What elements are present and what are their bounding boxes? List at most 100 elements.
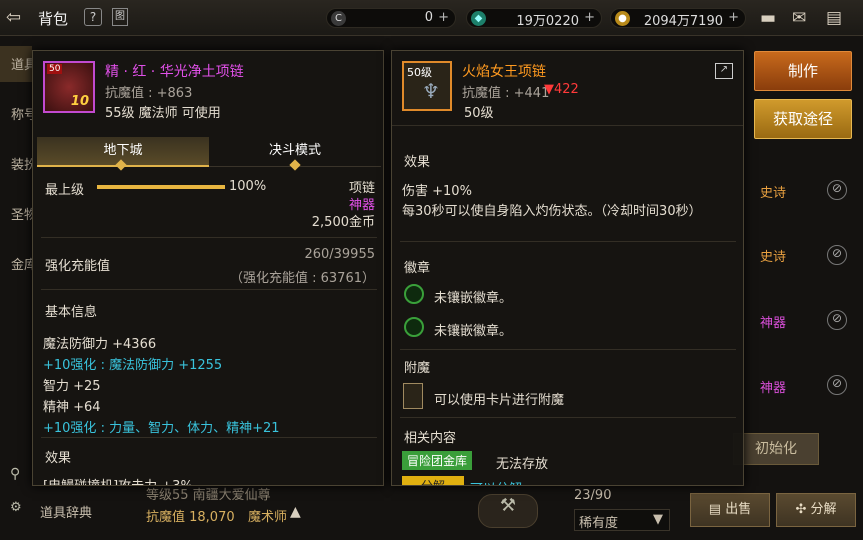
enhance-badge: 10 xyxy=(70,94,89,109)
ban-icon: ⊘ xyxy=(827,310,847,330)
guild-vault-badge: 冒险团金库 xyxy=(402,451,473,470)
currency-gem: ◆ 19万0220 + xyxy=(466,8,602,29)
effect-title: 效果 xyxy=(404,155,431,170)
nav-item-vault[interactable]: 金库 xyxy=(0,246,32,282)
item-name: 精 · 红 · 华光净土项链 xyxy=(105,64,244,80)
enchant-text: 可以使用卡片进行附魔 xyxy=(434,393,565,408)
arrow-left-icon[interactable]: ⇦ xyxy=(6,7,21,28)
gold-coin-icon: ● xyxy=(615,11,630,26)
stat-line: +10强化 : 力量、智力、体力、精神+21 xyxy=(43,421,280,436)
top-bar: ⇦ 背包 ? 图 C 0 + ◆ 19万0220 + ● 2094万7190 +… xyxy=(0,0,863,36)
obtain-source-button[interactable]: 获取途径 xyxy=(754,99,852,139)
divider xyxy=(400,417,736,418)
nav-item-items[interactable]: 道具 xyxy=(0,46,32,82)
item-resist: 抗魔值 : +863 xyxy=(105,86,193,101)
effect-line: 每30秒可以使自身陷入灼伤状态。（冷却时间30秒） xyxy=(402,204,702,219)
emblem-slot-icon xyxy=(404,284,424,304)
sell-icon: ▤ xyxy=(708,502,726,517)
ban-icon: ⊘ xyxy=(827,245,847,265)
add-gold-button[interactable]: + xyxy=(728,10,739,25)
character-resist: 抗魔值 18,070 xyxy=(146,510,235,525)
item-icon-necklace: 50 10 xyxy=(43,61,95,113)
currency-gold: ● 2094万7190 + xyxy=(610,8,746,29)
reset-button[interactable]: 初始化 xyxy=(733,433,819,465)
nav-item-avatar[interactable]: 装扮 xyxy=(0,146,32,182)
settings-icon[interactable]: ⚙ xyxy=(10,500,22,515)
gem-icon: ◆ xyxy=(471,11,486,26)
stat-list: 魔法防御力 +4366 +10强化 : 魔法防御力 +1255 智力 +25 精神 +… xyxy=(43,333,373,438)
emblem-slot-text: 未镶嵌徽章。 xyxy=(434,291,513,306)
item-icon-necklace: 50级 ♆ xyxy=(402,61,452,111)
stat-line: 智力 +25 xyxy=(43,379,101,394)
emblem-title: 徽章 xyxy=(404,261,431,276)
character-info: 等级55 南疆大爱仙尊 xyxy=(146,488,271,503)
rarity-artifact-label: 神器 xyxy=(760,381,787,396)
divider xyxy=(41,437,377,438)
sort-select[interactable]: 稀有度 ▼ xyxy=(574,509,670,531)
character-class: 魔术师 xyxy=(248,510,288,525)
nav-item-titles[interactable]: 称号 xyxy=(0,96,32,132)
emblem-slot-icon xyxy=(404,317,424,337)
guild-vault-text: 无法存放 xyxy=(496,457,549,472)
currency-ticket: C 0 + xyxy=(326,8,456,28)
stat-line: 魔法防御力 +4366 xyxy=(43,337,157,352)
page-title: 背包 xyxy=(38,10,69,28)
rarity-epic-label: 史诗 xyxy=(760,250,787,265)
sell-button[interactable]: ▤ 出售 xyxy=(690,493,770,527)
chevron-up-icon[interactable]: ▲ xyxy=(290,504,301,520)
divider xyxy=(400,349,736,350)
treasure-chest-icon[interactable]: ▬ xyxy=(760,8,776,28)
rarity-artifact-label: 神器 xyxy=(760,316,787,331)
necklace-icon: ♆ xyxy=(422,79,440,103)
effect-text: [电鳗碰撞机]攻击力 +3% xyxy=(43,475,193,485)
emblem-slot-text: 未镶嵌徽章。 xyxy=(434,324,513,339)
enchant-title: 附魔 xyxy=(404,361,431,376)
effect-title: 效果 xyxy=(45,451,72,466)
resist-diff: ▼422 xyxy=(544,82,579,97)
item-requirement: 55级 魔法师 可使用 xyxy=(105,106,221,121)
item-level: 50级 xyxy=(464,106,494,121)
item-level-badge: 50级 xyxy=(407,66,432,79)
max-level-label: 最上级 xyxy=(45,183,85,198)
related-title: 相关内容 xyxy=(404,431,457,446)
inventory-count: 23/90 xyxy=(574,488,612,503)
anvil-icon[interactable]: ⚒ xyxy=(478,494,538,528)
sort-select-value: 稀有度 xyxy=(579,516,619,531)
item-resist: 抗魔值 : +441 xyxy=(462,86,550,101)
rarity-epic-label: 史诗 xyxy=(760,186,787,201)
chevron-down-icon: ▼ xyxy=(653,512,663,527)
ban-icon: ⊘ xyxy=(827,375,847,395)
share-icon[interactable]: ↗ xyxy=(715,63,733,79)
max-level-bar-fill xyxy=(97,185,225,189)
currency-gem-value: 19万0220 xyxy=(516,14,579,29)
basic-info-title: 基本信息 xyxy=(45,305,98,320)
divider xyxy=(400,241,736,242)
lock-icon: ⚲ xyxy=(10,466,21,482)
stat-line: 精神 +64 xyxy=(43,400,101,415)
chat-icon[interactable]: ▤ xyxy=(826,8,842,28)
effect-line: 伤害 +10% xyxy=(402,184,472,199)
compare-item-tooltip: 50级 ♆ 火焰女王项链 抗魔值 : +441 ▼422 50级 ↗ 效果 伤害… xyxy=(391,50,744,486)
sell-price: 2,500金币 xyxy=(311,215,375,230)
illustration-book-icon[interactable]: 图 xyxy=(112,8,128,26)
enhance-value: 260/39955 xyxy=(304,247,375,262)
coin-c-icon: C xyxy=(331,11,346,26)
craft-button[interactable]: 制作 xyxy=(754,51,852,91)
item-dictionary-link[interactable]: 道具辞典 xyxy=(40,502,92,521)
equipped-item-tooltip: 50 10 精 · 红 · 华光净土项链 抗魔值 : +863 55级 魔法师 … xyxy=(32,50,384,486)
mail-icon[interactable]: ✉ xyxy=(792,8,806,28)
disassemble-button[interactable]: ✣ 分解 xyxy=(776,493,856,527)
divider xyxy=(41,289,377,290)
divider xyxy=(392,125,743,126)
item-name: 火焰女王项链 xyxy=(462,64,546,80)
add-gem-button[interactable]: + xyxy=(584,10,595,25)
disassemble-text: 可以分解 xyxy=(470,478,522,485)
card-slot-icon xyxy=(403,383,423,409)
disassemble-icon: ✣ xyxy=(795,502,811,517)
nav-item-relic[interactable]: 圣物 xyxy=(0,196,32,232)
enhance-charge-label: 强化充能值 xyxy=(45,259,111,274)
disassemble-badge: 分解 xyxy=(402,476,464,485)
add-ticket-button[interactable]: + xyxy=(438,10,449,25)
help-icon[interactable]: ? xyxy=(84,8,102,26)
ban-icon: ⊘ xyxy=(827,180,847,200)
